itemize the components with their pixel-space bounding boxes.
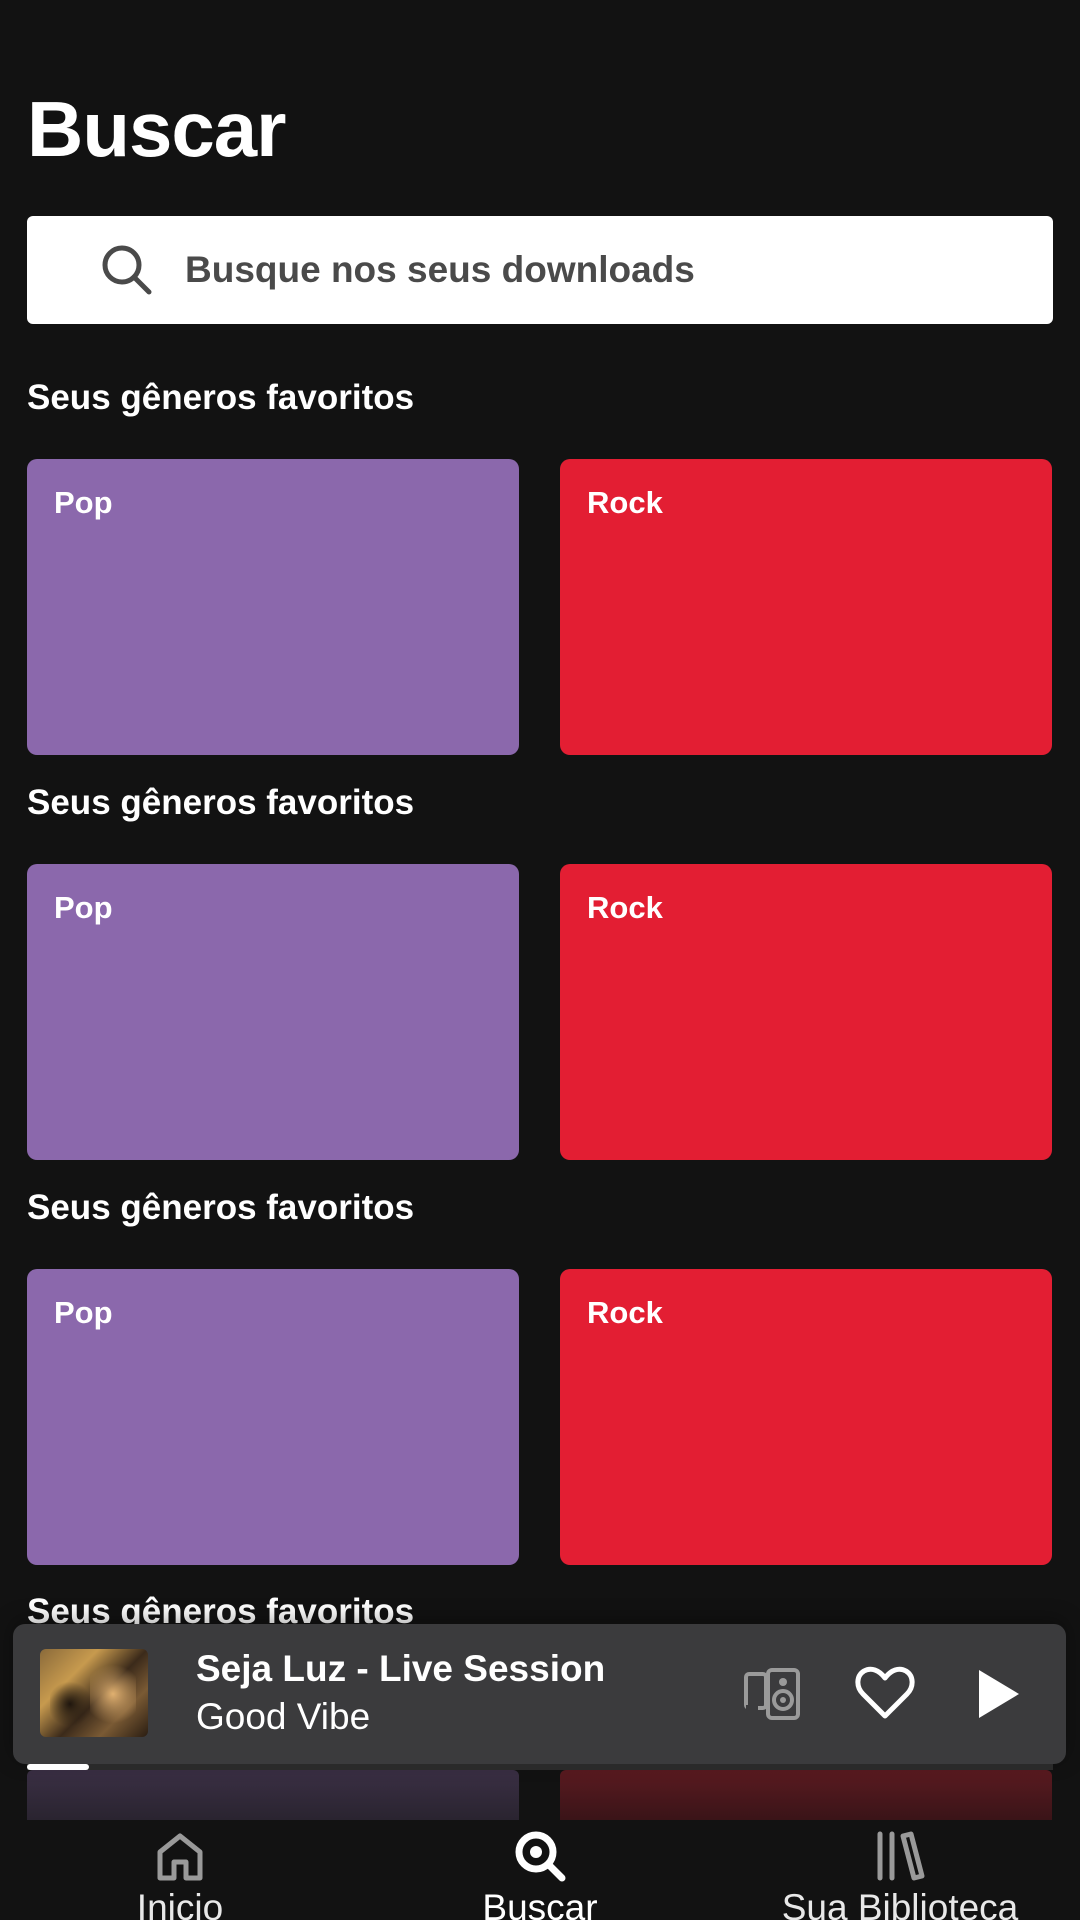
genre-card-peek (27, 1770, 519, 1820)
search-icon (515, 1831, 566, 1882)
section-heading: Seus gêneros favoritos (27, 1188, 415, 1227)
search-input[interactable]: Busque nos seus downloads (27, 216, 1053, 324)
section-heading: Seus gêneros favoritos (27, 783, 415, 822)
track-artist: Good Vibe (196, 1696, 371, 1737)
genre-label: Pop (54, 890, 113, 925)
genre-card-rock[interactable]: Rock (560, 459, 1052, 755)
nav-item-home[interactable]: Inicio (0, 1820, 360, 1920)
playback-progress-fill (27, 1764, 89, 1770)
genre-card-peek (560, 1770, 1052, 1820)
nav-label: Sua Biblioteca (781, 1887, 1019, 1920)
genre-card-pop[interactable]: Pop (27, 864, 519, 1160)
search-icon (102, 245, 152, 295)
genre-label: Rock (587, 1295, 663, 1330)
section-heading: Seus gêneros favoritos (27, 378, 415, 417)
genre-label: Rock (587, 890, 663, 925)
genre-card-rock[interactable]: Rock (560, 864, 1052, 1160)
genre-label: Pop (54, 1295, 113, 1330)
search-screen: Buscar Busque nos seus downloads Seus gê… (0, 0, 1080, 1920)
track-title: Seja Luz - Live Session (196, 1648, 606, 1689)
genre-card-pop[interactable]: Pop (27, 459, 519, 755)
genre-card-rock[interactable]: Rock (560, 1269, 1052, 1565)
nav-item-search[interactable]: Buscar (360, 1820, 720, 1920)
genre-label: Pop (54, 485, 113, 520)
mini-player[interactable]: Seja Luz - Live Session Good Vibe (13, 1624, 1066, 1764)
devices-icon[interactable] (742, 1662, 806, 1726)
search-placeholder: Busque nos seus downloads (185, 249, 695, 290)
playback-progress (27, 1764, 1053, 1770)
home-icon (157, 1833, 203, 1881)
play-icon[interactable] (965, 1662, 1029, 1726)
heart-icon[interactable] (853, 1662, 917, 1726)
library-icon (877, 1831, 925, 1881)
nav-label: Buscar (482, 1887, 598, 1920)
album-art (40, 1649, 148, 1737)
genre-card-pop[interactable]: Pop (27, 1269, 519, 1565)
search-scroll-area[interactable]: Buscar Busque nos seus downloads Seus gê… (0, 0, 1080, 1820)
genre-label: Rock (587, 485, 663, 520)
nav-label: Inicio (136, 1887, 224, 1920)
page-title: Buscar (27, 85, 286, 173)
bottom-navigation: Inicio Buscar Sua Biblioteca (0, 1820, 1080, 1920)
nav-item-library[interactable]: Sua Biblioteca (720, 1820, 1080, 1920)
